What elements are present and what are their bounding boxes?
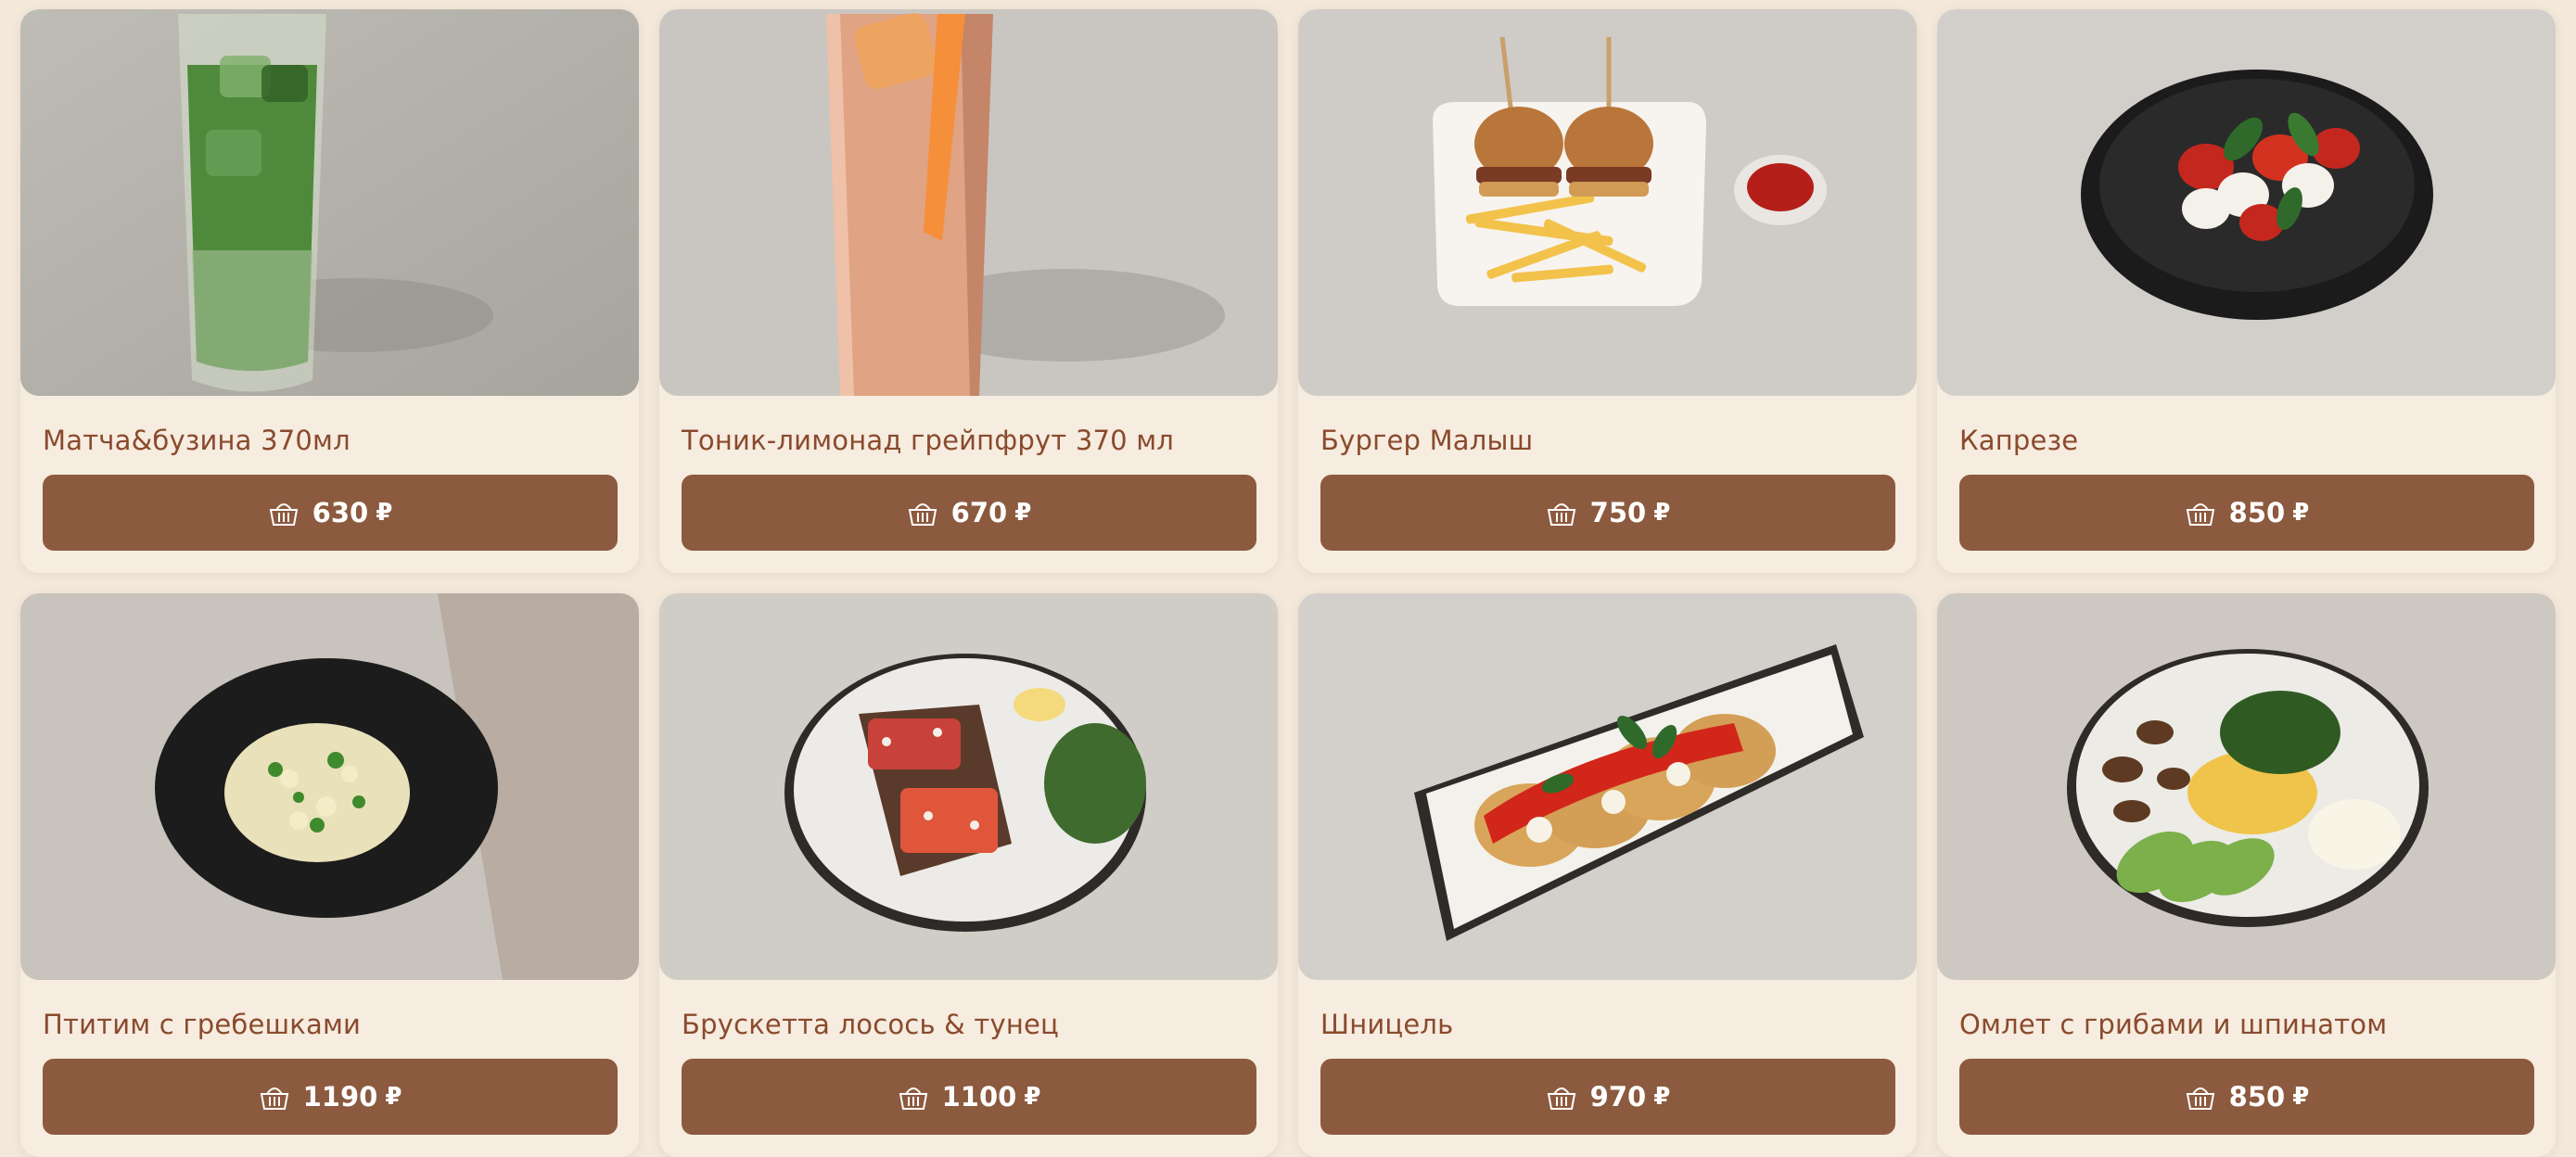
- product-title[interactable]: Омлет с грибами и шпинатом: [1959, 1009, 2387, 1040]
- product-photo-mini-burgers[interactable]: [1298, 9, 1917, 396]
- price-value: 630: [312, 497, 369, 528]
- menu-card[interactable]: Омлет с грибами и шпинатом 850 ₽: [1937, 593, 2556, 1157]
- product-photo-grapefruit-lemonade[interactable]: [659, 9, 1278, 396]
- basket-icon: [2186, 1087, 2214, 1110]
- currency-symbol: ₽: [1653, 1083, 1671, 1111]
- basket-icon: [899, 1087, 927, 1110]
- menu-card[interactable]: Шницель 970 ₽: [1298, 593, 1917, 1157]
- currency-symbol: ₽: [1024, 1083, 1041, 1111]
- add-to-cart-button[interactable]: 1190 ₽: [43, 1059, 618, 1135]
- menu-card[interactable]: Капрезе 850 ₽: [1937, 9, 2556, 573]
- product-title[interactable]: Бургер Малыш: [1320, 425, 1533, 456]
- basket-icon: [269, 503, 298, 526]
- price-value: 1190: [302, 1081, 378, 1112]
- product-photo-omelette[interactable]: [1937, 593, 2556, 980]
- price-value: 970: [1589, 1081, 1647, 1112]
- menu-card[interactable]: Брускетта лосось & тунец 1100 ₽: [659, 593, 1278, 1157]
- currency-symbol: ₽: [2292, 1083, 2310, 1111]
- currency-symbol: ₽: [1653, 499, 1671, 527]
- add-to-cart-button[interactable]: 750 ₽: [1320, 475, 1895, 551]
- product-photo-caprese[interactable]: [1937, 9, 2556, 396]
- price-value: 850: [2228, 1081, 2286, 1112]
- product-title[interactable]: Матча&бузина 370мл: [43, 425, 351, 456]
- currency-symbol: ₽: [376, 499, 393, 527]
- product-title[interactable]: Шницель: [1320, 1009, 1453, 1040]
- product-title[interactable]: Брускетта лосось & тунец: [682, 1009, 1059, 1040]
- price-value: 750: [1589, 497, 1647, 528]
- price-value: 850: [2228, 497, 2286, 528]
- product-photo-bruschetta[interactable]: [659, 593, 1278, 980]
- currency-symbol: ₽: [1014, 499, 1032, 527]
- product-photo-schnitzel[interactable]: [1298, 593, 1917, 980]
- currency-symbol: ₽: [385, 1083, 402, 1111]
- currency-symbol: ₽: [2292, 499, 2310, 527]
- basket-icon: [1547, 1087, 1575, 1110]
- add-to-cart-button[interactable]: 670 ₽: [682, 475, 1256, 551]
- product-title[interactable]: Тоник-лимонад грейпфрут 370 мл: [682, 425, 1174, 456]
- menu-grid: Матча&бузина 370мл 630 ₽ Тоник-лимонад гр…: [20, 9, 2556, 1157]
- product-title[interactable]: Капрезе: [1959, 425, 2078, 456]
- menu-card[interactable]: Бургер Малыш 750 ₽: [1298, 9, 1917, 573]
- add-to-cart-button[interactable]: 850 ₽: [1959, 1059, 2534, 1135]
- add-to-cart-button[interactable]: 970 ₽: [1320, 1059, 1895, 1135]
- basket-icon: [2186, 503, 2214, 526]
- menu-card[interactable]: Матча&бузина 370мл 630 ₽: [20, 9, 639, 573]
- add-to-cart-button[interactable]: 1100 ₽: [682, 1059, 1256, 1135]
- product-photo-matcha[interactable]: [20, 9, 639, 396]
- add-to-cart-button[interactable]: 850 ₽: [1959, 475, 2534, 551]
- product-photo-ptitim[interactable]: [20, 593, 639, 980]
- add-to-cart-button[interactable]: 630 ₽: [43, 475, 618, 551]
- basket-icon: [908, 503, 937, 526]
- price-value: 670: [950, 497, 1008, 528]
- product-title[interactable]: Птитим с гребешками: [43, 1009, 361, 1040]
- price-value: 1100: [941, 1081, 1017, 1112]
- menu-card[interactable]: Тоник-лимонад грейпфрут 370 мл 670 ₽: [659, 9, 1278, 573]
- basket-icon: [1547, 503, 1575, 526]
- menu-card[interactable]: Птитим с гребешками 1190 ₽: [20, 593, 639, 1157]
- basket-icon: [260, 1087, 288, 1110]
